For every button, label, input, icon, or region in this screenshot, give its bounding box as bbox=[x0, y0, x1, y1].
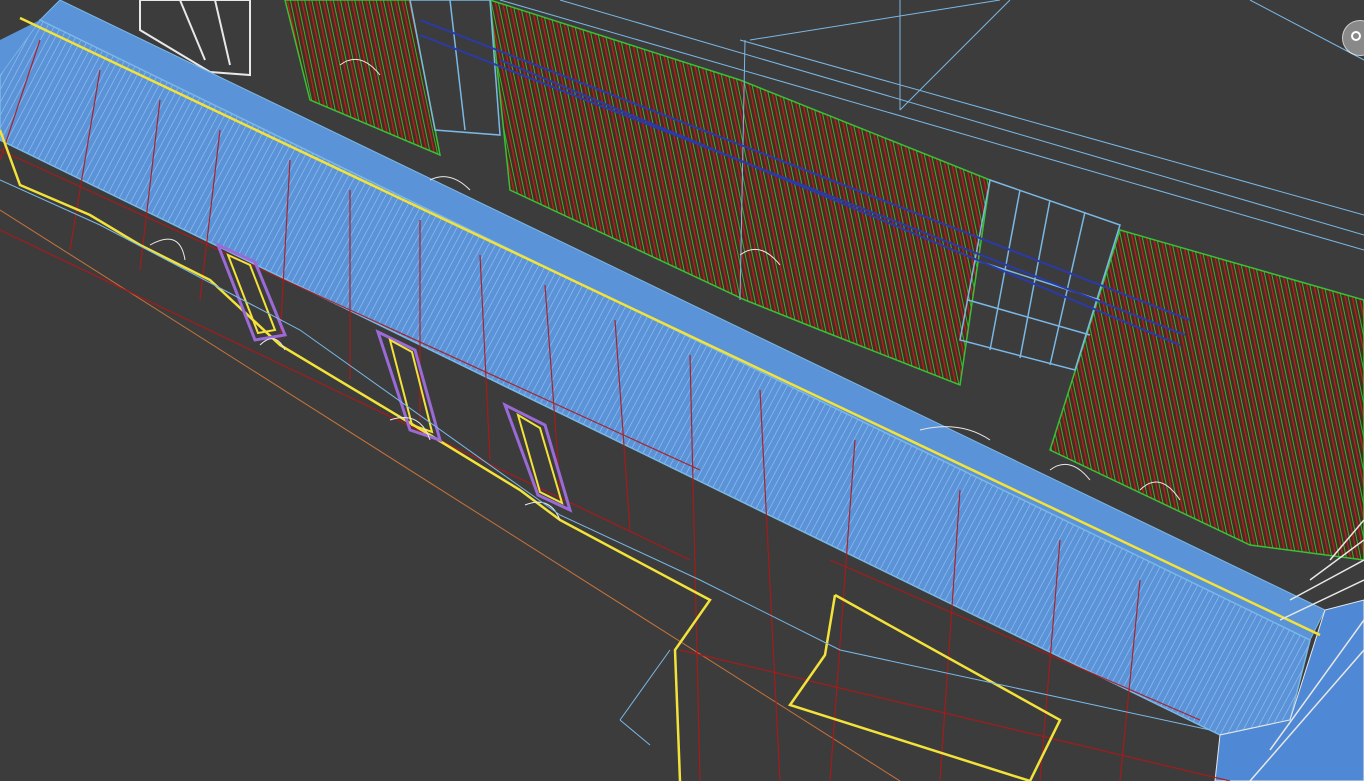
wireframe-scene[interactable] bbox=[0, 0, 1364, 781]
viewcube-icon bbox=[1351, 31, 1361, 41]
door-3 bbox=[502, 401, 573, 513]
3d-viewport[interactable] bbox=[0, 0, 1364, 781]
